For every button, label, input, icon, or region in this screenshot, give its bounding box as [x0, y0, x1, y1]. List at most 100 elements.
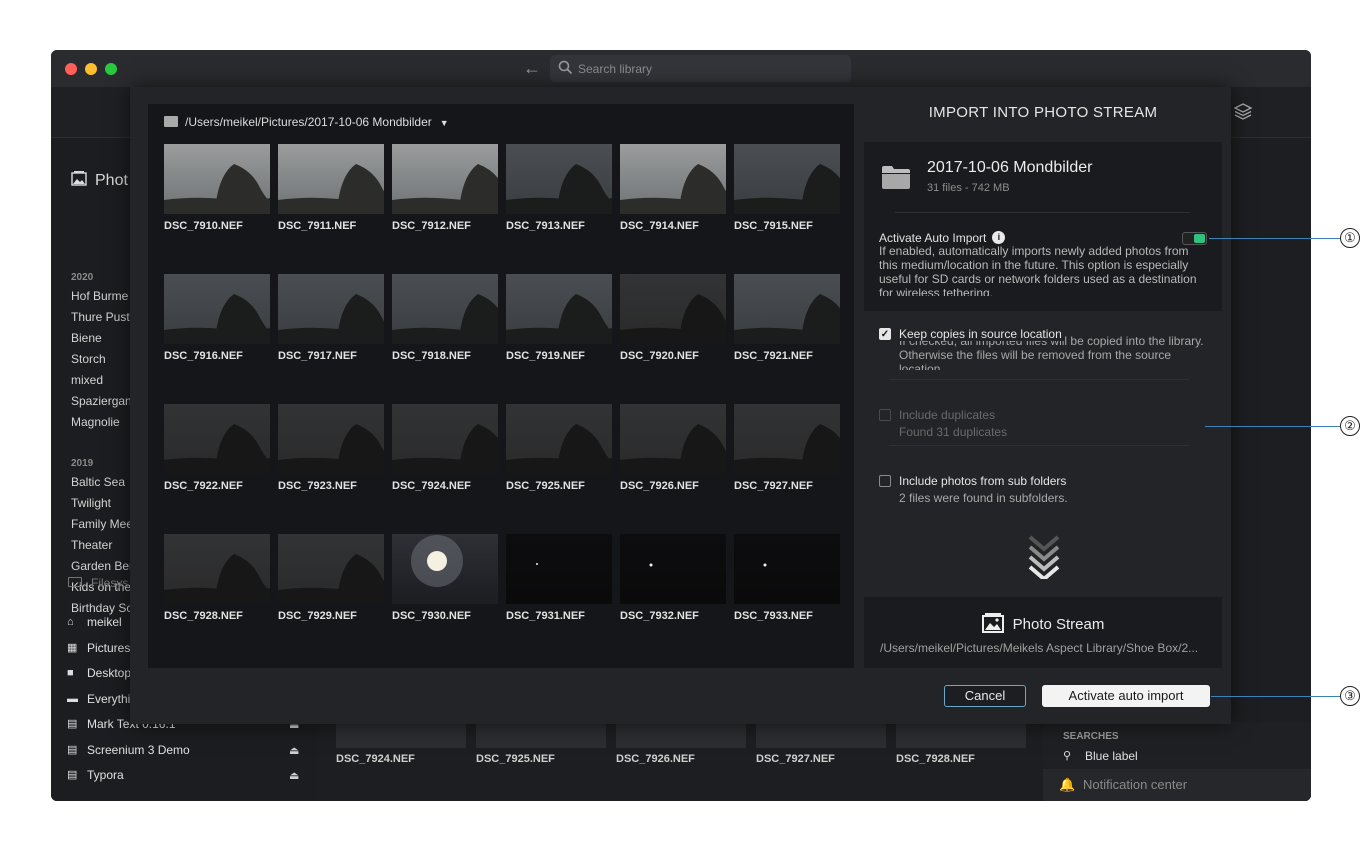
photo-thumbnail[interactable]	[392, 534, 498, 604]
divider	[895, 212, 1190, 213]
photo-filename: DSC_7918.NEF	[392, 350, 471, 362]
filesystem-item[interactable]: Desktop	[87, 666, 131, 680]
back-arrow-icon[interactable]: ←	[521, 58, 543, 78]
include-subfolders-checkbox[interactable]	[879, 475, 891, 487]
background-thumbnail-label: DSC_7925.NEF	[476, 753, 555, 765]
search-input[interactable]	[578, 59, 838, 78]
callout-1: ①	[1340, 228, 1360, 248]
keep-copies-label: Keep copies in source location	[899, 327, 1064, 341]
photo-thumbnail[interactable]	[620, 144, 726, 214]
photo-thumbnail[interactable]	[734, 534, 840, 604]
album-item[interactable]: Theater	[71, 538, 112, 552]
filesystem-item[interactable]: Screenium 3 Demo	[87, 743, 190, 757]
photo-thumbnail[interactable]	[506, 404, 612, 474]
eject-icon[interactable]: ⏏	[289, 769, 299, 782]
album-item[interactable]: Twilight	[71, 496, 111, 510]
chevron-down-icon: ▼	[439, 118, 449, 128]
photo-thumbnail[interactable]	[734, 274, 840, 344]
divider	[889, 379, 1189, 380]
photo-filename: DSC_7930.NEF	[392, 610, 471, 622]
album-item[interactable]: Baltic Sea	[71, 475, 125, 489]
album-year-header: 2020	[71, 272, 94, 283]
layers-icon[interactable]	[1233, 102, 1253, 122]
cancel-button[interactable]: Cancel	[944, 685, 1026, 707]
photo-thumbnail[interactable]	[164, 274, 270, 344]
background-thumbnail[interactable]	[896, 722, 1026, 748]
saved-search-blue-label[interactable]: Blue label	[1085, 749, 1138, 763]
photo-thumbnail[interactable]	[392, 144, 498, 214]
photo-thumbnail[interactable]	[734, 404, 840, 474]
photo-filename: DSC_7928.NEF	[164, 610, 243, 622]
album-item[interactable]: Storch	[71, 352, 106, 366]
info-icon[interactable]: i	[992, 231, 1006, 245]
photo-thumbnail[interactable]	[278, 144, 384, 214]
photo-thumbnail[interactable]	[620, 404, 726, 474]
zoom-window-button[interactable]	[105, 63, 117, 75]
folder-icon: ■	[67, 667, 74, 679]
album-item[interactable]: Family Mee	[71, 517, 133, 531]
divider	[889, 445, 1189, 446]
source-path-selector[interactable]: /Users/meikel/Pictures/2017-10-06 Mondbi…	[164, 112, 449, 132]
photo-thumbnail[interactable]	[506, 534, 612, 604]
sidebar-title-label: Phot	[95, 172, 128, 189]
auto-import-toggle[interactable]	[1182, 232, 1207, 245]
photo-filename: DSC_7926.NEF	[620, 480, 699, 492]
toggle-knob	[1194, 234, 1205, 243]
photo-filename: DSC_7922.NEF	[164, 480, 243, 492]
sidebar-title[interactable]: Phot	[71, 171, 128, 190]
background-thumbnail-strip: DSC_7924.NEF DSC_7925.NEF DSC_7926.NEF DSC_…	[336, 722, 1036, 801]
photo-thumbnail[interactable]	[734, 144, 840, 214]
filesystem-item[interactable]: meikel	[87, 615, 122, 629]
auto-import-label-text: Activate Auto Import	[879, 231, 987, 245]
photo-filename: DSC_7915.NEF	[734, 220, 813, 232]
album-year-header: 2019	[71, 458, 94, 469]
photo-thumbnail[interactable]	[164, 534, 270, 604]
close-window-button[interactable]	[65, 63, 77, 75]
filesystem-item[interactable]: Everythi	[87, 692, 130, 706]
keep-copies-checkbox[interactable]: ✓	[879, 328, 891, 340]
background-thumbnail[interactable]	[476, 722, 606, 748]
image-icon: ▦	[67, 641, 78, 654]
drive-icon: ▬	[67, 692, 78, 705]
photo-filename: DSC_7920.NEF	[620, 350, 699, 362]
photo-thumbnail[interactable]	[620, 534, 726, 604]
photo-filename: DSC_7927.NEF	[734, 480, 813, 492]
photo-thumbnail[interactable]	[278, 274, 384, 344]
album-item[interactable]: Biene	[71, 331, 102, 345]
include-duplicates-checkbox[interactable]	[879, 409, 891, 421]
background-thumbnail[interactable]	[336, 722, 466, 748]
filesystem-item[interactable]: Pictures	[87, 641, 130, 655]
search-bar[interactable]	[550, 55, 851, 82]
callout-line-2	[1205, 426, 1340, 427]
photo-thumbnail[interactable]	[506, 274, 612, 344]
photo-thumbnail[interactable]	[164, 404, 270, 474]
import-panel-title: IMPORT INTO PHOTO STREAM	[928, 104, 1158, 121]
include-duplicates-label: Include duplicates	[899, 408, 996, 422]
minimize-window-button[interactable]	[85, 63, 97, 75]
album-item[interactable]: mixed	[71, 373, 103, 387]
album-item[interactable]: Hof Burme	[71, 289, 128, 303]
album-item[interactable]: Magnolie	[71, 415, 120, 429]
photo-thumbnail[interactable]	[392, 274, 498, 344]
home-icon: ⌂	[67, 616, 74, 628]
photo-thumbnail[interactable]	[392, 404, 498, 474]
photo-stream-icon	[981, 613, 1004, 633]
photo-thumbnail[interactable]	[278, 404, 384, 474]
photo-thumbnail[interactable]	[278, 534, 384, 604]
album-item[interactable]: Thure Pust	[71, 310, 130, 324]
photo-thumbnail[interactable]	[506, 144, 612, 214]
saved-search-icon: ⚲	[1063, 750, 1072, 762]
background-thumbnail[interactable]	[616, 722, 746, 748]
callout-3: ③	[1340, 686, 1360, 706]
notification-center-button[interactable]: 🔔 Notification center	[1043, 769, 1311, 801]
album-item[interactable]: Birthday Sc	[71, 601, 132, 615]
eject-icon[interactable]: ⏏	[289, 744, 299, 757]
background-thumbnail[interactable]	[756, 722, 886, 748]
photo-thumbnail[interactable]	[620, 274, 726, 344]
activate-auto-import-button[interactable]: Activate auto import	[1042, 685, 1210, 707]
filesystem-item[interactable]: Typora	[87, 768, 124, 782]
source-folder-name: 2017-10-06 Mondbilder	[927, 159, 1093, 176]
album-item[interactable]: Spaziergang	[71, 394, 138, 408]
photo-thumbnail[interactable]	[164, 144, 270, 214]
source-file-count: 31 files - 742 MB	[927, 182, 1010, 194]
